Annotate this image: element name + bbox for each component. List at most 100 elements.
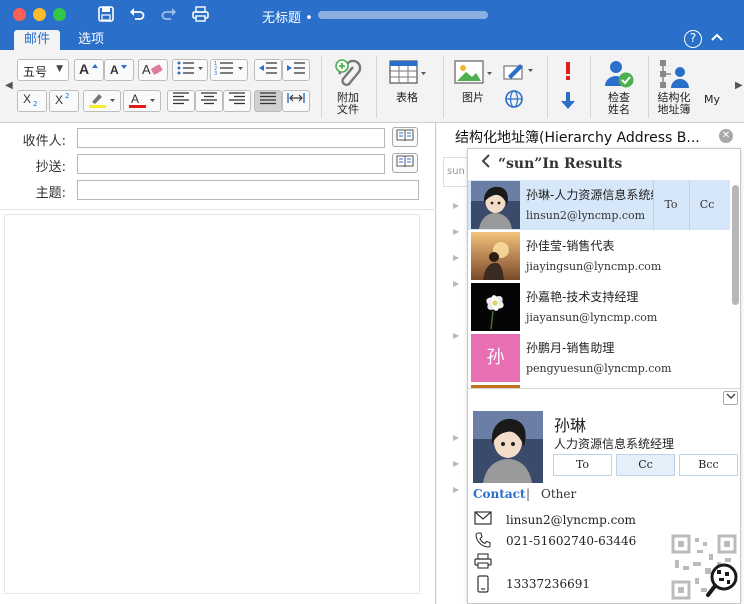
chevron-down-icon[interactable] — [723, 391, 738, 405]
org-chart-icon — [654, 58, 694, 92]
detail-name: 孙琳 — [554, 416, 587, 435]
table-label: 表格 — [396, 91, 418, 104]
check-names-icon — [598, 58, 640, 92]
font-size-select[interactable]: 五号 ▼ — [17, 59, 69, 81]
zoom-icon[interactable] — [706, 562, 740, 598]
low-importance-button[interactable] — [558, 90, 578, 115]
paperclip-icon — [330, 58, 366, 92]
to-address-book-button[interactable] — [392, 127, 418, 147]
title-bar: 无标题 • — [0, 0, 744, 30]
redo-icon[interactable] — [159, 6, 179, 24]
to-field[interactable] — [77, 128, 385, 148]
ribbon-scroll-right-icon[interactable]: ▶ — [735, 80, 743, 91]
table-icon — [386, 58, 428, 92]
check-names-button[interactable]: 检查 姓名 — [598, 58, 640, 116]
bullet-list-button[interactable] — [172, 59, 208, 81]
svg-text:2: 2 — [33, 100, 37, 107]
phone-icon — [474, 532, 492, 552]
justify-button[interactable] — [254, 90, 282, 112]
add-to-button[interactable]: To — [653, 180, 688, 230]
decrease-indent-button[interactable] — [254, 59, 282, 81]
detail-bcc-button[interactable]: Bcc — [679, 454, 738, 476]
result-email: jiayansun@lyncmp.com — [526, 311, 658, 324]
tree-expand-icon[interactable]: ▶ — [453, 485, 459, 494]
shrink-font-button[interactable]: A — [104, 59, 134, 81]
picture-label: 图片 — [462, 91, 484, 104]
tree-expand-icon[interactable]: ▶ — [453, 433, 459, 442]
window-minimize-button[interactable] — [33, 8, 46, 21]
result-row[interactable]: 孙 孙鹏月-销售助理 pengyuesun@lyncmp.com — [468, 333, 730, 383]
result-name: 孙鹏月-销售助理 — [526, 341, 615, 355]
hierarchy-address-book-button[interactable]: 结构化 地址簿 — [654, 58, 694, 116]
grow-font-button[interactable]: A — [74, 59, 104, 81]
contact-email[interactable]: linsun2@lyncmp.com — [506, 513, 636, 527]
window-close-button[interactable] — [13, 8, 26, 21]
align-center-button[interactable] — [195, 90, 223, 112]
result-row[interactable]: 孙嘉艳-技术支持经理 jiayansun@lyncmp.com — [468, 282, 730, 332]
tab-contact[interactable]: Contact — [473, 487, 525, 501]
result-email: linsun2@lyncmp.com — [526, 209, 646, 222]
font-color-button[interactable]: A — [123, 90, 161, 112]
picture-button[interactable]: 图片 — [452, 58, 494, 104]
align-left-button[interactable] — [167, 90, 195, 112]
back-icon[interactable] — [480, 153, 492, 174]
cc-address-book-button[interactable] — [392, 153, 418, 173]
window-maximize-button[interactable] — [53, 8, 66, 21]
attach-file-button[interactable]: 附加 文件 — [330, 58, 366, 116]
tree-expand-icon[interactable]: ▶ — [453, 459, 459, 468]
ribbon-separator — [648, 56, 649, 118]
subject-field[interactable] — [77, 180, 419, 200]
tree-expand-icon[interactable]: ▶ — [453, 331, 459, 340]
distribute-button[interactable] — [282, 90, 310, 112]
result-row[interactable]: 孙佳莹-销售代表 jiayingsun@lyncmp.com — [468, 231, 730, 281]
align-right-button[interactable] — [223, 90, 251, 112]
highlight-color-button[interactable] — [83, 90, 121, 112]
clear-format-button[interactable]: A — [138, 59, 168, 81]
signature-button[interactable] — [502, 60, 534, 85]
close-icon[interactable]: ✕ — [719, 129, 733, 143]
high-importance-button[interactable] — [558, 60, 578, 85]
print-icon[interactable] — [190, 6, 210, 24]
link-globe-icon[interactable] — [502, 88, 526, 113]
result-email: jiayingsun@lyncmp.com — [526, 260, 662, 273]
cc-field[interactable] — [77, 154, 385, 174]
detail-cc-button[interactable]: Cc — [616, 454, 675, 476]
contact-phone[interactable]: 021-51602740-63446 — [506, 534, 636, 548]
detail-to-button[interactable]: To — [553, 454, 612, 476]
tab-other[interactable]: Other — [541, 487, 576, 501]
results-scrollbar[interactable] — [732, 185, 739, 305]
result-name: 孙嘉艳-技术支持经理 — [526, 290, 639, 304]
undo-icon[interactable] — [127, 6, 147, 24]
svg-text:X: X — [55, 93, 63, 107]
header-divider — [0, 209, 436, 210]
detail-title: 人力资源信息系统经理 — [554, 437, 675, 451]
numbered-list-button[interactable]: 123 — [210, 59, 248, 81]
collapse-ribbon-icon[interactable] — [711, 30, 723, 46]
to-label: 收件人: — [22, 134, 66, 149]
font-size-value: 五号 — [23, 65, 48, 79]
my-button[interactable]: My — [704, 94, 732, 106]
ribbon-scroll-left-icon[interactable]: ◀ — [5, 80, 13, 91]
my-label: My — [704, 93, 721, 106]
superscript-button[interactable]: X2 — [49, 90, 79, 112]
add-cc-button[interactable]: Cc — [689, 180, 724, 230]
message-body[interactable] — [4, 214, 420, 594]
tab-options[interactable]: 选项 — [68, 30, 114, 50]
subject-label: 主题: — [35, 186, 66, 201]
tab-mail[interactable]: 邮件 — [14, 30, 61, 50]
contact-mobile[interactable]: 13337236691 — [506, 577, 590, 591]
save-icon[interactable] — [96, 6, 116, 24]
subscript-button[interactable]: X2 — [17, 90, 47, 112]
tree-expand-icon[interactable]: ▶ — [453, 279, 459, 288]
tree-expand-icon[interactable]: ▶ — [453, 201, 459, 210]
help-icon[interactable]: ? — [684, 30, 702, 48]
result-row[interactable]: 孙琳-人力资源信息系统经理 linsun2@lyncmp.com To Cc — [468, 180, 730, 230]
tree-expand-icon[interactable]: ▶ — [453, 227, 459, 236]
result-name: 孙佳莹-销售代表 — [526, 239, 615, 253]
picture-icon — [452, 58, 494, 92]
increase-indent-button[interactable] — [282, 59, 310, 81]
mail-icon — [474, 511, 492, 529]
cc-label: 抄送: — [35, 160, 66, 175]
tree-expand-icon[interactable]: ▶ — [453, 253, 459, 262]
table-button[interactable]: 表格 — [386, 58, 428, 104]
